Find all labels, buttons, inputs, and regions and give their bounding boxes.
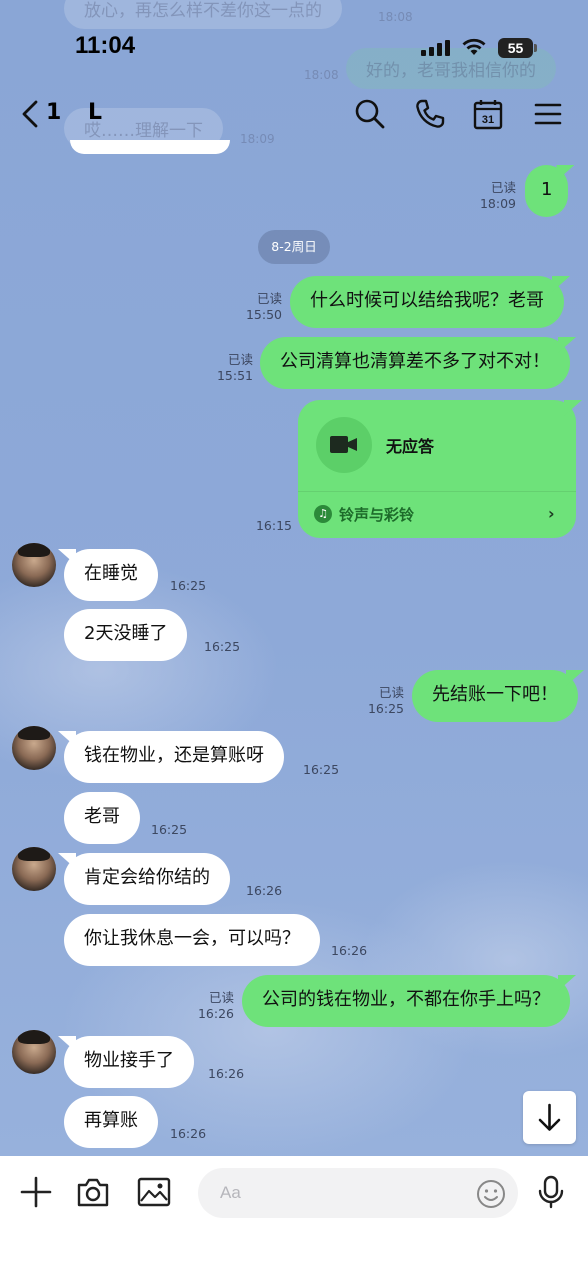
music-note-icon: ♫ [314, 505, 332, 523]
ringtone-link[interactable]: 铃声与彩铃 [339, 504, 414, 525]
avatar[interactable] [12, 726, 56, 770]
cellular-signal-icon [421, 40, 450, 56]
chat-header: 1 L 31 [0, 90, 588, 140]
microphone-icon[interactable] [533, 1174, 569, 1210]
avatar[interactable] [12, 847, 56, 891]
message-time: 16:15 [255, 518, 292, 533]
image-icon[interactable] [136, 1174, 172, 1210]
contact-name[interactable]: L [88, 100, 102, 125]
outgoing-message[interactable]: 先结账一下吧！ [412, 670, 578, 722]
read-receipt: 已读 [490, 180, 516, 195]
phone-icon[interactable] [414, 98, 446, 130]
scroll-to-bottom-button[interactable] [523, 1091, 576, 1144]
avatar[interactable] [12, 1030, 56, 1074]
incoming-message[interactable]: 物业接手了 [64, 1036, 194, 1088]
avatar[interactable] [12, 543, 56, 587]
search-icon[interactable] [354, 98, 386, 130]
call-card[interactable]: 无应答 ♫ 铃声与彩铃 › [298, 400, 576, 538]
read-receipt: 已读 [227, 352, 253, 367]
call-card-divider [298, 491, 576, 492]
menu-icon[interactable] [532, 98, 564, 130]
message-time: 16:25 [204, 639, 241, 654]
status-time: 11:04 [75, 32, 136, 59]
read-receipt: 已读 [256, 291, 282, 306]
date-divider: 8-2周日 [258, 230, 330, 264]
incoming-message[interactable]: 再算账 [64, 1096, 158, 1148]
back-arrow-icon[interactable] [18, 98, 42, 130]
message-meta: 已读 18:09 [470, 180, 516, 212]
emoji-icon[interactable] [475, 1178, 507, 1210]
calendar-icon[interactable]: 31 [472, 98, 504, 130]
outgoing-message[interactable]: 1 [525, 165, 569, 217]
unread-count[interactable]: 1 [46, 100, 61, 125]
read-receipt: 已读 [208, 990, 234, 1005]
message-time: 18:09 [479, 196, 516, 211]
calendar-day: 31 [482, 114, 494, 126]
message-time: 16:25 [367, 701, 404, 716]
message-meta: 已读 15:51 [207, 352, 253, 384]
message-time: 16:25 [170, 578, 207, 593]
incoming-message[interactable]: 老哥 [64, 792, 140, 844]
message-meta: 已读 16:25 [358, 685, 404, 717]
message-time: 16:26 [208, 1066, 245, 1081]
message-time: 16:26 [197, 1006, 234, 1021]
incoming-message[interactable]: 2天没睡了 [64, 609, 188, 661]
message-input-bar [0, 1156, 588, 1280]
message-time: 16:26 [170, 1126, 207, 1141]
message-meta: 已读 15:50 [236, 291, 282, 323]
camera-icon[interactable] [75, 1174, 111, 1210]
message-time: 16:26 [246, 883, 283, 898]
plus-icon[interactable] [18, 1174, 54, 1210]
outgoing-message[interactable]: 公司清算也清算差不多了对不对！ [260, 337, 570, 389]
message-time: 16:25 [151, 822, 188, 837]
battery-indicator: 55 [498, 38, 533, 58]
incoming-message[interactable]: 钱在物业，还是算账呀 [64, 731, 284, 783]
message-input[interactable] [198, 1168, 518, 1218]
call-status: 无应答 [386, 437, 435, 456]
ghost-bubble-edge [70, 140, 230, 154]
wifi-icon [462, 38, 486, 55]
video-call-icon [316, 417, 372, 473]
incoming-message[interactable]: 你让我休息一会，可以吗？ [64, 914, 320, 966]
incoming-message[interactable]: 肯定会给你结的 [64, 853, 230, 905]
message-time: 16:26 [331, 943, 368, 958]
battery-tip [534, 44, 537, 52]
outgoing-message[interactable]: 公司的钱在物业，不都在你手上吗？ [242, 975, 570, 1027]
outgoing-message[interactable]: 什么时候可以结给我呢？老哥 [290, 276, 564, 328]
message-time: 15:51 [216, 368, 253, 383]
message-time: 16:25 [303, 762, 340, 777]
arrow-down-icon [538, 1103, 561, 1131]
status-bar: 11:04 55 [0, 0, 588, 90]
message-meta: 已读 16:26 [188, 990, 234, 1022]
chevron-right-icon[interactable]: › [548, 504, 555, 523]
incoming-message[interactable]: 在睡觉 [64, 549, 158, 601]
read-receipt: 已读 [378, 685, 404, 700]
message-time: 15:50 [245, 307, 282, 322]
